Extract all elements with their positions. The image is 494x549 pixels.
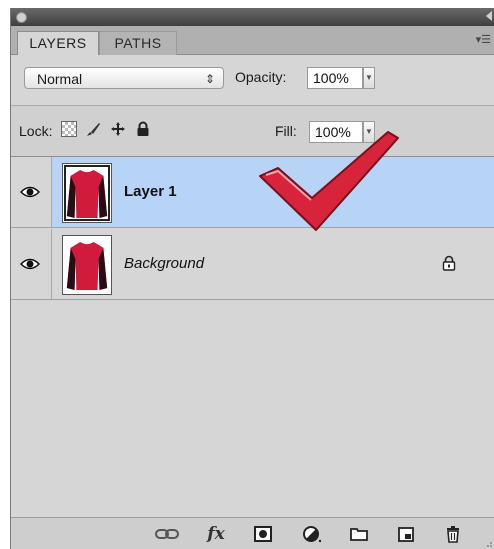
- lock-row: Lock: Fill: 100% ▼: [11, 106, 494, 157]
- layers-list: Layer 1 Background: [11, 157, 494, 517]
- add-mask-icon[interactable]: [253, 525, 273, 543]
- checkmark-overlay-icon: [259, 131, 399, 231]
- red-sweater-icon: [62, 163, 112, 223]
- close-panel-button[interactable]: [16, 12, 27, 23]
- lock-transparent-icon[interactable]: [61, 121, 77, 137]
- visibility-toggle[interactable]: [11, 229, 52, 299]
- panel-tab-bar: LAYERS PATHS ▾☰: [11, 26, 494, 56]
- panel-menu-icon[interactable]: ▾☰: [476, 33, 491, 46]
- opacity-label: Opacity:: [235, 69, 287, 85]
- new-group-folder-icon[interactable]: [349, 525, 369, 543]
- lock-label: Lock:: [19, 123, 53, 139]
- blend-mode-value: Normal: [37, 71, 83, 87]
- lock-all-icon[interactable]: [135, 121, 151, 137]
- lock-image-brush-icon[interactable]: [85, 121, 101, 137]
- link-layers-icon[interactable]: [154, 525, 180, 543]
- delete-trash-icon[interactable]: [443, 525, 463, 543]
- tab-layers[interactable]: LAYERS: [17, 31, 99, 56]
- tab-paths[interactable]: PATHS: [99, 31, 177, 55]
- blend-mode-select[interactable]: Normal ⇕: [24, 67, 224, 89]
- layer-name[interactable]: Background: [124, 255, 204, 272]
- visibility-toggle[interactable]: [11, 157, 52, 227]
- layer-row-background[interactable]: Background: [11, 229, 494, 300]
- resize-grip-icon[interactable]: [483, 538, 493, 548]
- layer-style-fx-icon[interactable]: fx: [201, 525, 231, 543]
- opacity-input[interactable]: 100%: [307, 67, 363, 89]
- collapse-panel-icon[interactable]: [486, 11, 492, 21]
- eye-icon[interactable]: [20, 257, 40, 271]
- adjustment-layer-icon[interactable]: [302, 525, 322, 543]
- eye-icon[interactable]: [20, 185, 40, 199]
- layer-name[interactable]: Layer 1: [124, 183, 177, 200]
- layers-panel: LAYERS PATHS ▾☰ Normal ⇕ Opacity: 100% ▼…: [10, 8, 494, 549]
- layer-row-layer-1[interactable]: Layer 1: [11, 157, 494, 228]
- blend-options-row: Normal ⇕ Opacity: 100% ▼: [11, 55, 494, 106]
- panel-titlebar: [11, 8, 494, 26]
- select-arrows-icon: ⇕: [204, 72, 215, 86]
- new-layer-icon[interactable]: [396, 525, 416, 543]
- lock-position-move-icon[interactable]: [110, 121, 126, 137]
- layers-bottom-toolbar: fx: [11, 517, 494, 549]
- red-sweater-icon: [62, 235, 112, 295]
- layer-lock-icon: [442, 255, 456, 271]
- opacity-dropdown-button[interactable]: ▼: [363, 67, 375, 89]
